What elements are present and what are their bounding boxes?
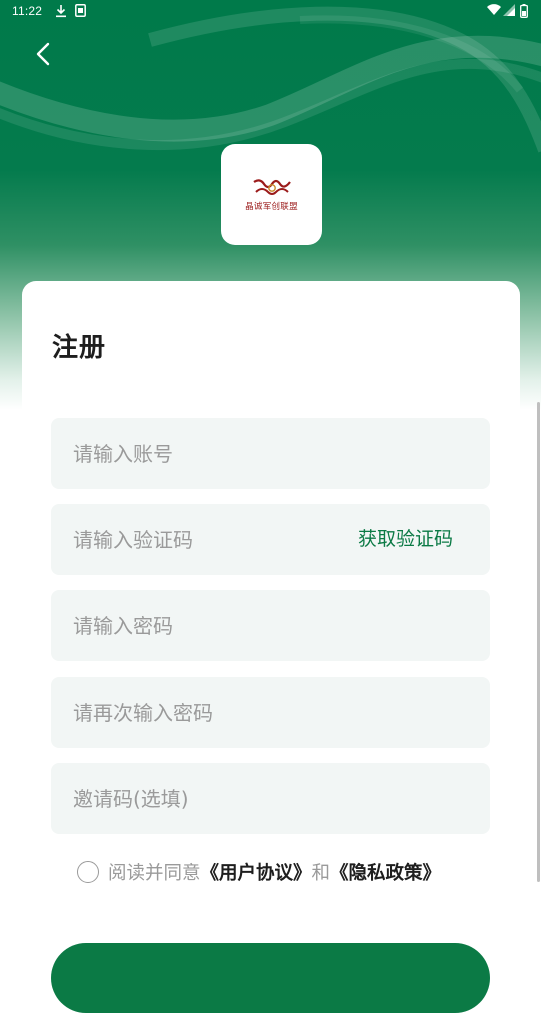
password-input[interactable] bbox=[73, 590, 343, 661]
agreement-checkbox[interactable] bbox=[77, 861, 99, 883]
get-code-button[interactable]: 获取验证码 bbox=[358, 504, 453, 575]
back-button[interactable] bbox=[26, 38, 60, 74]
agreement-row: 阅读并同意 《用户协议》 和 《隐私政策》 bbox=[77, 858, 441, 886]
user-agreement-link[interactable]: 《用户协议》 bbox=[201, 859, 312, 885]
signal-icon bbox=[503, 4, 515, 19]
confirm-password-input[interactable] bbox=[73, 677, 343, 748]
scrollbar[interactable] bbox=[537, 402, 540, 882]
account-input[interactable] bbox=[73, 418, 343, 489]
account-field bbox=[51, 418, 490, 489]
agreement-conjunction: 和 bbox=[311, 863, 331, 884]
register-submit-button[interactable] bbox=[51, 943, 490, 1013]
app-logo: 晶诚军创联盟 bbox=[221, 144, 322, 245]
invite-code-field bbox=[51, 763, 490, 834]
download-icon bbox=[55, 4, 67, 21]
wifi-icon bbox=[487, 4, 501, 19]
logo-emblem bbox=[252, 178, 291, 195]
invite-code-input[interactable] bbox=[73, 763, 343, 834]
status-time: 11:22 bbox=[12, 4, 43, 18]
privacy-policy-link[interactable]: 《隐私政策》 bbox=[330, 859, 441, 885]
agreement-prefix: 阅读并同意 bbox=[108, 863, 201, 884]
status-bar: 11:22 bbox=[0, 0, 541, 24]
sim-card-icon bbox=[75, 4, 86, 20]
page-title: 注册 bbox=[52, 333, 107, 363]
confirm-password-field bbox=[51, 677, 490, 748]
password-field bbox=[51, 590, 490, 661]
verify-code-field: 获取验证码 bbox=[51, 504, 490, 575]
chevron-left-icon bbox=[36, 42, 50, 70]
verify-code-input[interactable] bbox=[73, 504, 343, 575]
logo-caption: 晶诚军创联盟 bbox=[245, 201, 298, 212]
battery-icon bbox=[520, 4, 528, 21]
